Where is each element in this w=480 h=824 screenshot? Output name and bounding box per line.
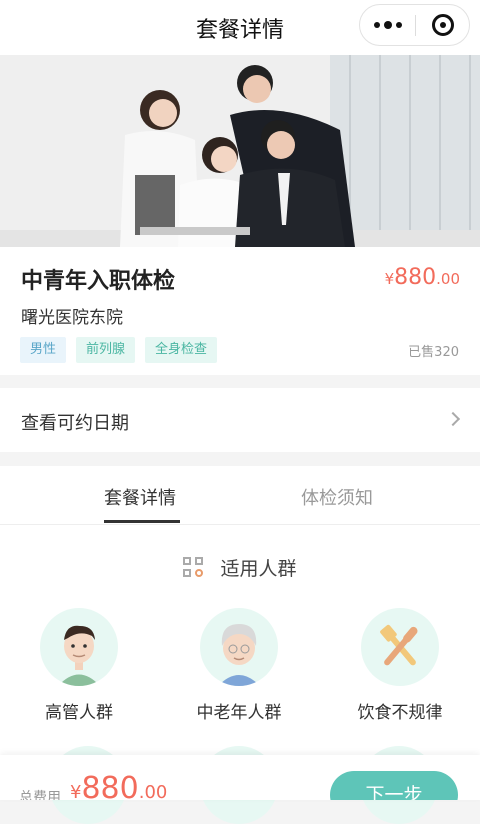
mini-program-capsule [359, 4, 470, 46]
close-target-icon[interactable] [432, 14, 454, 36]
grid-search-icon [183, 556, 205, 579]
price-integer: 880 [394, 265, 437, 290]
group-irregular-diet: 饮食不规律 [330, 608, 470, 723]
available-dates-label: 查看可约日期 [21, 413, 129, 434]
tab-exam-notice[interactable]: 体检须知 [301, 484, 373, 510]
hospital-name: 曙光医院东院 [21, 308, 123, 328]
chevron-right-icon [445, 411, 461, 427]
available-dates-row[interactable]: 查看可约日期 [0, 388, 480, 452]
next-step-button[interactable]: 下一步 [330, 771, 458, 800]
capsule-divider [415, 15, 416, 36]
tag-gender: 男性 [20, 337, 67, 363]
executive-avatar-icon [40, 608, 118, 686]
group-executive: 高管人群 [9, 608, 149, 723]
more-menu-icon[interactable] [360, 5, 415, 45]
package-banner-image [0, 55, 480, 247]
package-price: ¥880.00 [385, 265, 460, 290]
section-title: 适用人群 [220, 558, 297, 580]
section-header: 适用人群 [0, 554, 480, 581]
detail-content: 套餐详情 体检须知 适用人群 高管人群 中老年人群 饮食不规律 [0, 466, 480, 824]
bottom-action-bar: 总费用 ¥880.00 下一步 [0, 755, 480, 800]
package-info-card: 中青年入职体检 ¥880.00 曙光医院东院 男性 前列腺 全身检查 已售320 [0, 247, 480, 375]
package-tags: 男性 前列腺 全身检查 [20, 337, 218, 363]
price-currency: ¥ [384, 270, 395, 288]
elderly-avatar-icon [200, 608, 278, 686]
tag-full-body: 全身检查 [145, 337, 218, 363]
group-label: 中老年人群 [196, 703, 282, 723]
group-elderly: 中老年人群 [169, 608, 309, 723]
total-price: ¥880.00 [70, 771, 167, 800]
total-label: 总费用 [19, 790, 61, 800]
group-label: 饮食不规律 [357, 703, 443, 723]
active-tab-indicator [104, 520, 180, 523]
sold-count: 已售320 [408, 345, 459, 360]
detail-tabs: 套餐详情 体检须知 [0, 466, 480, 525]
tab-package-details[interactable]: 套餐详情 [104, 484, 176, 510]
fork-knife-icon [361, 608, 439, 686]
total-decimal: .00 [138, 782, 168, 800]
nav-bar: 套餐详情 [0, 0, 480, 55]
tag-prostate: 前列腺 [76, 337, 136, 363]
group-label: 高管人群 [45, 703, 113, 723]
package-name: 中青年入职体检 [21, 269, 176, 294]
total-integer: 880 [81, 771, 139, 800]
price-decimal: .00 [436, 270, 460, 288]
total-currency: ¥ [70, 782, 82, 800]
